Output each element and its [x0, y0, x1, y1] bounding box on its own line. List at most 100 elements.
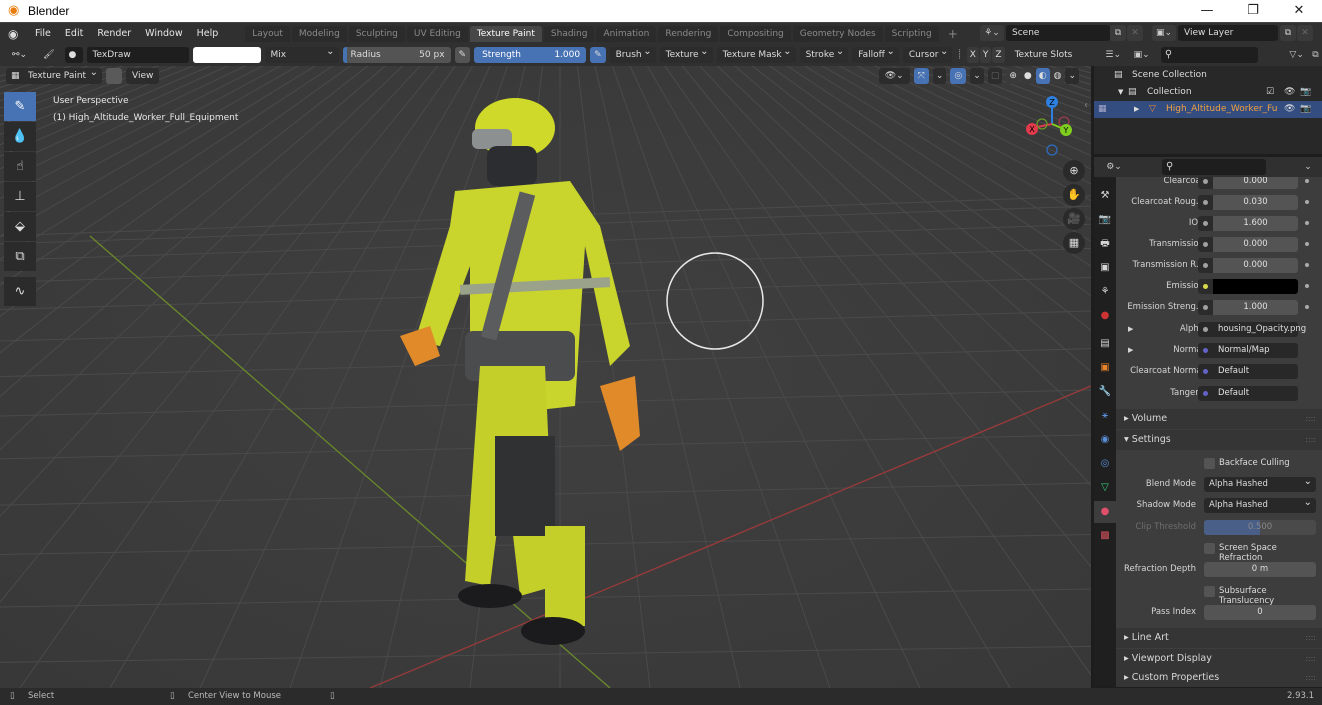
volume-panel-header[interactable]: ▸ Volume::::	[1116, 409, 1322, 429]
mirror-y-toggle[interactable]: Y	[979, 47, 992, 63]
render-collection-camera-icon[interactable]: 📷	[1300, 84, 1311, 101]
overlay-toggle-icon[interactable]: ◎	[950, 68, 967, 84]
new-collection-icon[interactable]: ⧉	[1308, 47, 1322, 63]
tab-uv-editing[interactable]: UV Editing	[406, 25, 468, 42]
smear-tool-icon[interactable]: ☝	[4, 152, 36, 181]
tab-modeling[interactable]: Modeling	[291, 25, 347, 42]
mode-selector[interactable]: ▦ Texture Paint	[6, 65, 102, 84]
tab-shading[interactable]: Shading	[543, 25, 595, 42]
world-tab-icon[interactable]: ●	[1094, 305, 1116, 327]
outliner-object-row[interactable]: ▦ ▶ ▽ High_Altitude_Worker_Fu 👁 📷	[1094, 101, 1322, 118]
collection-checkbox[interactable]: ☑	[1266, 84, 1274, 101]
texture-mask-menu[interactable]: Texture Mask	[716, 44, 796, 63]
material-preview-shading-icon[interactable]: ◐	[1035, 68, 1050, 84]
properties-search-input[interactable]: ⚲	[1162, 159, 1266, 175]
outliner-scene-collection[interactable]: ▤ Scene Collection	[1094, 67, 1322, 84]
expand-object-icon[interactable]: ▶	[1134, 101, 1139, 118]
shading-dropdown[interactable]: ⌄	[1065, 68, 1079, 84]
modifier-tab-icon[interactable]: 🔧	[1094, 381, 1116, 403]
texture-tab-icon[interactable]: ▩	[1094, 525, 1116, 547]
stroke-menu[interactable]: Stroke	[799, 44, 849, 63]
tab-texture-paint[interactable]: Texture Paint	[469, 25, 542, 42]
gizmo-dropdown[interactable]: ⌄	[932, 68, 947, 84]
mirror-z-toggle[interactable]: Z	[992, 47, 1005, 63]
annotate-tool-icon[interactable]: ∿	[4, 277, 36, 306]
menu-window[interactable]: Window	[138, 28, 189, 39]
brush-preview-icon[interactable]: ●	[64, 47, 83, 63]
clone-tool-icon[interactable]: ⊥	[4, 182, 36, 211]
close-button[interactable]: ✕	[1276, 0, 1322, 23]
wireframe-shading-icon[interactable]: ⊕	[1006, 68, 1020, 84]
physics-tab-icon[interactable]: ◉	[1094, 429, 1116, 451]
tab-geometry-nodes[interactable]: Geometry Nodes	[792, 25, 883, 42]
filter-icon[interactable]: ▽⌄	[1286, 47, 1307, 63]
brush-menu[interactable]: Brush	[609, 44, 656, 63]
restore-button[interactable]: ❐	[1230, 0, 1276, 23]
shadow-mode-dropdown[interactable]: Alpha Hashed	[1204, 495, 1316, 513]
rendered-shading-icon[interactable]: ◍	[1050, 68, 1065, 84]
radius-pressure-icon[interactable]: ✎	[454, 47, 471, 63]
fill-tool-icon[interactable]: ⬙	[4, 212, 36, 241]
tool-tab-icon[interactable]: ⚒	[1094, 185, 1116, 207]
blender-menu-icon[interactable]: ◉	[8, 27, 28, 41]
add-workspace-button[interactable]: +	[941, 24, 965, 44]
tab-sculpting[interactable]: Sculpting	[348, 25, 405, 42]
menu-render[interactable]: Render	[90, 28, 138, 39]
tab-compositing[interactable]: Compositing	[720, 25, 791, 42]
radius-slider[interactable]: Radius 50 px	[342, 47, 451, 63]
constraints-tab-icon[interactable]: ◎	[1094, 453, 1116, 475]
expand-alpha-icon[interactable]: ▶	[1128, 321, 1133, 338]
camera-view-icon[interactable]: 🎥	[1063, 208, 1085, 230]
paint-mask-toggle[interactable]	[106, 68, 122, 84]
brush-name-field[interactable]: TexDraw	[86, 47, 189, 63]
view-layer-field[interactable]: View Layer	[1178, 25, 1278, 41]
menu-edit[interactable]: Edit	[58, 28, 90, 39]
tool-settings-icon[interactable]: ⚯⌄	[6, 47, 34, 63]
pan-view-icon[interactable]: ✋	[1063, 184, 1085, 206]
texture-slots-menu[interactable]: Texture Slots	[1008, 47, 1079, 63]
custom-properties-panel-header[interactable]: ▸ Custom Properties::::	[1116, 668, 1322, 687]
outliner-collection[interactable]: ▼ ▤ Collection ☑ 👁 📷	[1094, 84, 1322, 101]
settings-panel-header[interactable]: ▾ Settings::::	[1116, 430, 1322, 450]
brush-color-swatch[interactable]	[192, 47, 261, 63]
properties-options-dropdown[interactable]: ⌄	[1300, 159, 1316, 175]
subsurface-translucency-checkbox[interactable]	[1204, 586, 1215, 597]
view-layer-selector-icon[interactable]: ▣⌄	[1152, 25, 1176, 41]
scene-selector-icon[interactable]: ⚘⌄	[980, 25, 1004, 41]
render-tab-icon[interactable]: 📷	[1094, 209, 1116, 231]
refraction-depth-field[interactable]: 0 m	[1204, 562, 1316, 577]
mirror-x-toggle[interactable]: X	[966, 47, 979, 63]
render-object-camera-icon[interactable]: 📷	[1300, 101, 1311, 118]
visibility-icon[interactable]: 👁⌄	[878, 68, 910, 84]
pass-index-field[interactable]: 0	[1204, 605, 1316, 620]
ortho-toggle-icon[interactable]: ▦	[1063, 232, 1085, 254]
tab-animation[interactable]: Animation	[596, 25, 657, 42]
view-menu[interactable]: View	[126, 68, 160, 84]
overlay-dropdown[interactable]: ⌄	[970, 68, 984, 84]
tab-rendering[interactable]: Rendering	[658, 25, 719, 42]
zoom-view-icon[interactable]: ⊕	[1063, 160, 1085, 182]
tab-scripting[interactable]: Scripting	[884, 25, 939, 42]
gizmo-toggle-icon[interactable]: ⤧	[913, 68, 929, 84]
output-tab-icon[interactable]: 🖶	[1094, 233, 1116, 255]
clip-threshold-slider[interactable]: 0.500	[1204, 520, 1316, 535]
object-tab-icon[interactable]: ▣	[1094, 357, 1116, 379]
blend-mode-dropdown[interactable]: Alpha Hashed	[1204, 474, 1316, 492]
editor-type-icon[interactable]: ⚙⌄	[1102, 159, 1126, 175]
hide-object-eye-icon[interactable]: 👁	[1284, 101, 1295, 118]
particles-tab-icon[interactable]: ⚹	[1094, 405, 1116, 427]
delete-view-layer-icon[interactable]: ✕	[1297, 25, 1313, 41]
new-scene-icon[interactable]: ⧉	[1110, 25, 1126, 41]
expand-collection-icon[interactable]: ▼	[1118, 84, 1123, 101]
screen-space-refraction-checkbox[interactable]	[1204, 543, 1215, 554]
collection-tab-icon[interactable]: ▤	[1094, 333, 1116, 355]
backface-culling-checkbox[interactable]	[1204, 458, 1215, 469]
texture-menu[interactable]: Texture	[659, 44, 713, 63]
blend-mode-dropdown[interactable]: Mix	[264, 44, 339, 63]
expand-normal-icon[interactable]: ▶	[1128, 342, 1133, 359]
emission-color-swatch[interactable]	[1213, 279, 1298, 294]
view-layer-tab-icon[interactable]: ▣	[1094, 257, 1116, 279]
scene-name-field[interactable]: Scene	[1006, 25, 1110, 41]
outliner-search-input[interactable]: ⚲	[1160, 47, 1259, 63]
filter-view-icon[interactable]: ▣⌄	[1130, 47, 1153, 63]
